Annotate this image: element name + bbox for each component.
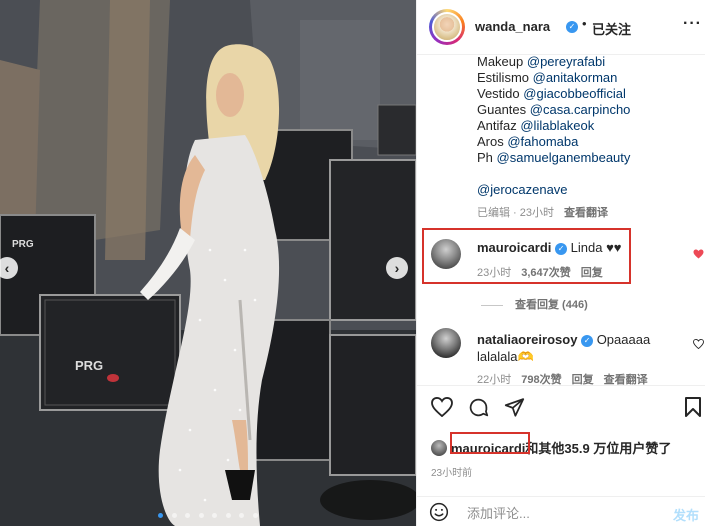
carousel-dot — [239, 513, 245, 518]
carousel-dots — [0, 505, 416, 523]
mention-link[interactable]: @fahomaba — [507, 134, 578, 149]
mention-link[interactable]: @jerocazenave — [477, 182, 568, 197]
comment-username[interactable]: nataliaoreirosoy — [477, 332, 577, 347]
carousel-dot — [171, 513, 177, 518]
caption-line: Vestido @giacobbeofficial — [477, 86, 626, 101]
comment-icon[interactable] — [468, 397, 489, 418]
caption-line: @jerocazenave — [477, 182, 568, 197]
post-photo[interactable]: PRG PRG ‹ › — [0, 0, 416, 526]
share-icon[interactable] — [504, 397, 525, 417]
header-separator: • — [582, 16, 587, 31]
mention-link[interactable]: @samuelganembeauty — [497, 150, 631, 165]
caption-line: Guantes @casa.carpincho — [477, 102, 631, 117]
comment-likes-count[interactable]: 798次赞 — [521, 374, 561, 385]
carousel-dot — [158, 513, 164, 518]
following-button[interactable]: 已关注 — [592, 19, 631, 38]
verified-icon: ✓ — [566, 21, 578, 33]
carousel-dot — [225, 513, 231, 518]
mention-link[interactable]: @anitakorman — [533, 70, 618, 85]
emoji-icon[interactable] — [429, 502, 449, 522]
mention-link[interactable]: @casa.carpincho — [530, 102, 631, 117]
post-header: wanda_nara ✓ • 已关注 ··· — [417, 0, 705, 55]
more-options-icon[interactable]: ··· — [683, 15, 702, 33]
heart-icon[interactable] — [693, 249, 704, 259]
heart-outline-icon[interactable] — [693, 339, 704, 349]
caption-meta: 已编辑 · 23小时 查看翻译 — [477, 204, 608, 220]
caption-line: Aros @fahomaba — [477, 134, 579, 149]
comments-scroll[interactable]: Makeup @pereyrafabi Estilismo @anitakorm… — [417, 55, 705, 385]
mention-link[interactable]: @giacobbeofficial — [523, 86, 626, 101]
bookmark-icon[interactable] — [685, 397, 701, 417]
mention-link[interactable]: @pereyrafabi — [527, 55, 605, 69]
verified-icon: ✓ — [581, 334, 594, 347]
highlight-liker-box — [450, 432, 530, 454]
caption-edited-time: 已编辑 · 23小时 — [477, 207, 555, 219]
carousel-dot — [198, 513, 204, 518]
comment-meta: 22小时 798次赞 回复 查看翻译 — [477, 371, 648, 385]
comment-reply-button[interactable]: 回复 — [572, 374, 594, 385]
caption-line: Estilismo @anitakorman — [477, 70, 618, 85]
post-time: 23小时前 — [431, 468, 473, 479]
comment-body-continued: lalalala🫶 — [477, 349, 534, 364]
post-actions: mauroicardi和其他35.9 万位用户赞了 23小时前 发布 — [417, 385, 705, 525]
comment-translate-link[interactable]: 查看翻译 — [604, 374, 648, 385]
carousel-dot — [252, 513, 258, 518]
comment-time: 22小时 — [477, 374, 512, 385]
add-comment-bar: 发布 — [417, 496, 705, 526]
svg-text:PRG: PRG — [12, 239, 34, 250]
comment-text: Opaaaaa — [596, 332, 651, 347]
svg-text:PRG: PRG — [75, 358, 103, 373]
carousel-dot — [212, 513, 218, 518]
author-username[interactable]: wanda_nara — [475, 19, 550, 34]
highlight-comment-box — [422, 228, 631, 284]
caption-line: Makeup @pereyrafabi — [477, 55, 606, 69]
carousel-next-button[interactable]: › — [386, 257, 408, 279]
caption-translate-link[interactable]: 查看翻译 — [564, 207, 608, 219]
view-replies-link[interactable]: 查看回复 (446) — [515, 299, 588, 311]
caption-line: Ph @samuelganembeauty — [477, 150, 631, 165]
comment-avatar[interactable] — [431, 328, 461, 358]
comment-input[interactable] — [467, 503, 647, 523]
caption-line: Antifaz @lilablakeok — [477, 118, 595, 133]
replies-line — [481, 304, 503, 306]
likes-count-link[interactable]: 和其他35.9 万位用户赞了 — [525, 441, 671, 456]
post-comment-button[interactable]: 发布 — [673, 505, 699, 524]
view-replies[interactable]: 查看回复 (446) — [481, 296, 588, 312]
comment-body: nataliaoreirosoy ✓ Opaaaaa — [477, 332, 650, 347]
mention-link[interactable]: @lilablakeok — [520, 118, 594, 133]
liker-avatar[interactable] — [431, 440, 447, 456]
carousel-dot — [185, 513, 191, 518]
photo-scene: PRG PRG — [0, 0, 416, 526]
author-avatar[interactable] — [429, 9, 465, 45]
like-heart-icon[interactable] — [431, 397, 453, 417]
post-details-panel: wanda_nara ✓ • 已关注 ··· Makeup @pereyrafa… — [416, 0, 705, 526]
